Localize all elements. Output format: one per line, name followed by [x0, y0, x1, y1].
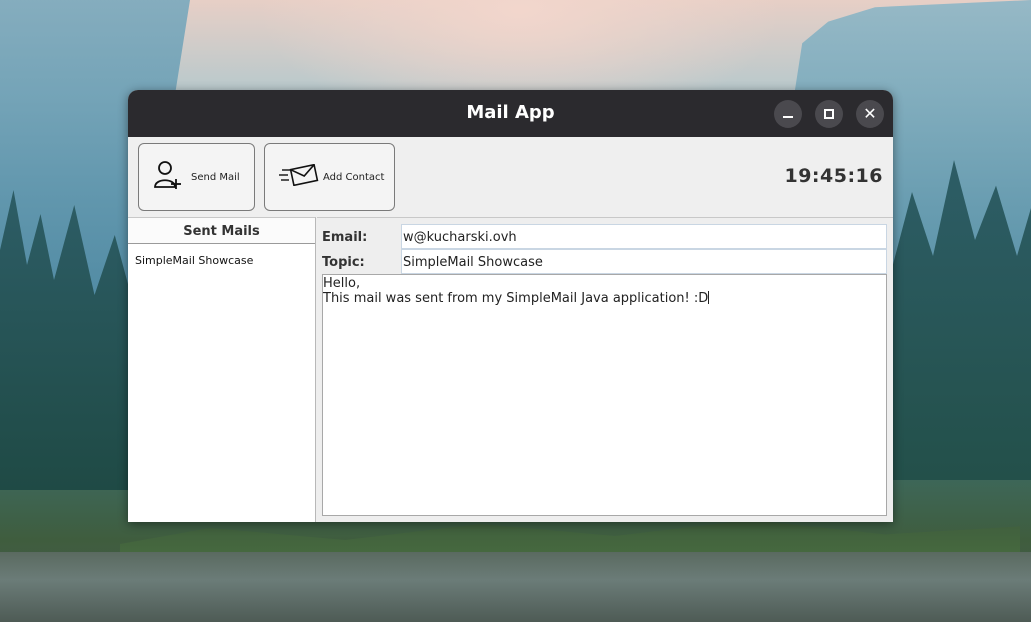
- email-field[interactable]: w@kucharski.ovh: [401, 224, 887, 249]
- background-river: [0, 552, 1031, 622]
- topic-row: Topic: SimpleMail Showcase: [317, 249, 887, 274]
- minimize-button[interactable]: [774, 100, 802, 128]
- topic-field[interactable]: SimpleMail Showcase: [401, 249, 887, 274]
- email-label: Email:: [322, 230, 368, 245]
- sent-mails-panel: Sent Mails SimpleMail Showcase: [128, 217, 316, 522]
- message-body-text: This mail was sent from my SimpleMail Ja…: [323, 291, 709, 306]
- list-item[interactable]: SimpleMail Showcase: [128, 244, 315, 267]
- add-user-icon: [153, 159, 183, 195]
- message-body-textarea[interactable]: Hello, This mail was sent from my Simple…: [322, 274, 887, 516]
- fast-mail-icon: [279, 163, 319, 190]
- title-bar[interactable]: Mail App ✕: [128, 90, 893, 137]
- clock: 19:45:16: [784, 165, 883, 187]
- text-caret: [708, 291, 710, 304]
- add-contact-label: Add Contact: [323, 171, 385, 183]
- toolbar: Send Mail Add Contact 19:45:16: [128, 137, 893, 217]
- message-body-line-2: This mail was sent from my SimpleMail Ja…: [323, 291, 886, 306]
- close-button[interactable]: ✕: [856, 100, 884, 128]
- mail-app-window: Mail App ✕ Send Mail Add Contact 19:45:1…: [128, 90, 893, 522]
- compose-panel: Email: w@kucharski.ovh Topic: SimpleMail…: [317, 217, 893, 522]
- close-icon: ✕: [863, 104, 877, 123]
- background-trees-left: [0, 190, 135, 490]
- sent-mails-header: Sent Mails: [128, 218, 315, 244]
- maximize-button[interactable]: [815, 100, 843, 128]
- minimize-icon: [783, 116, 793, 118]
- topic-label: Topic:: [322, 255, 365, 270]
- email-row: Email: w@kucharski.ovh: [317, 224, 887, 249]
- maximize-icon: [824, 109, 834, 119]
- send-mail-label: Send Mail: [191, 171, 240, 183]
- message-body-line: Hello,: [323, 276, 361, 291]
- add-contact-button[interactable]: Add Contact: [264, 143, 395, 211]
- send-mail-button[interactable]: Send Mail: [138, 143, 255, 211]
